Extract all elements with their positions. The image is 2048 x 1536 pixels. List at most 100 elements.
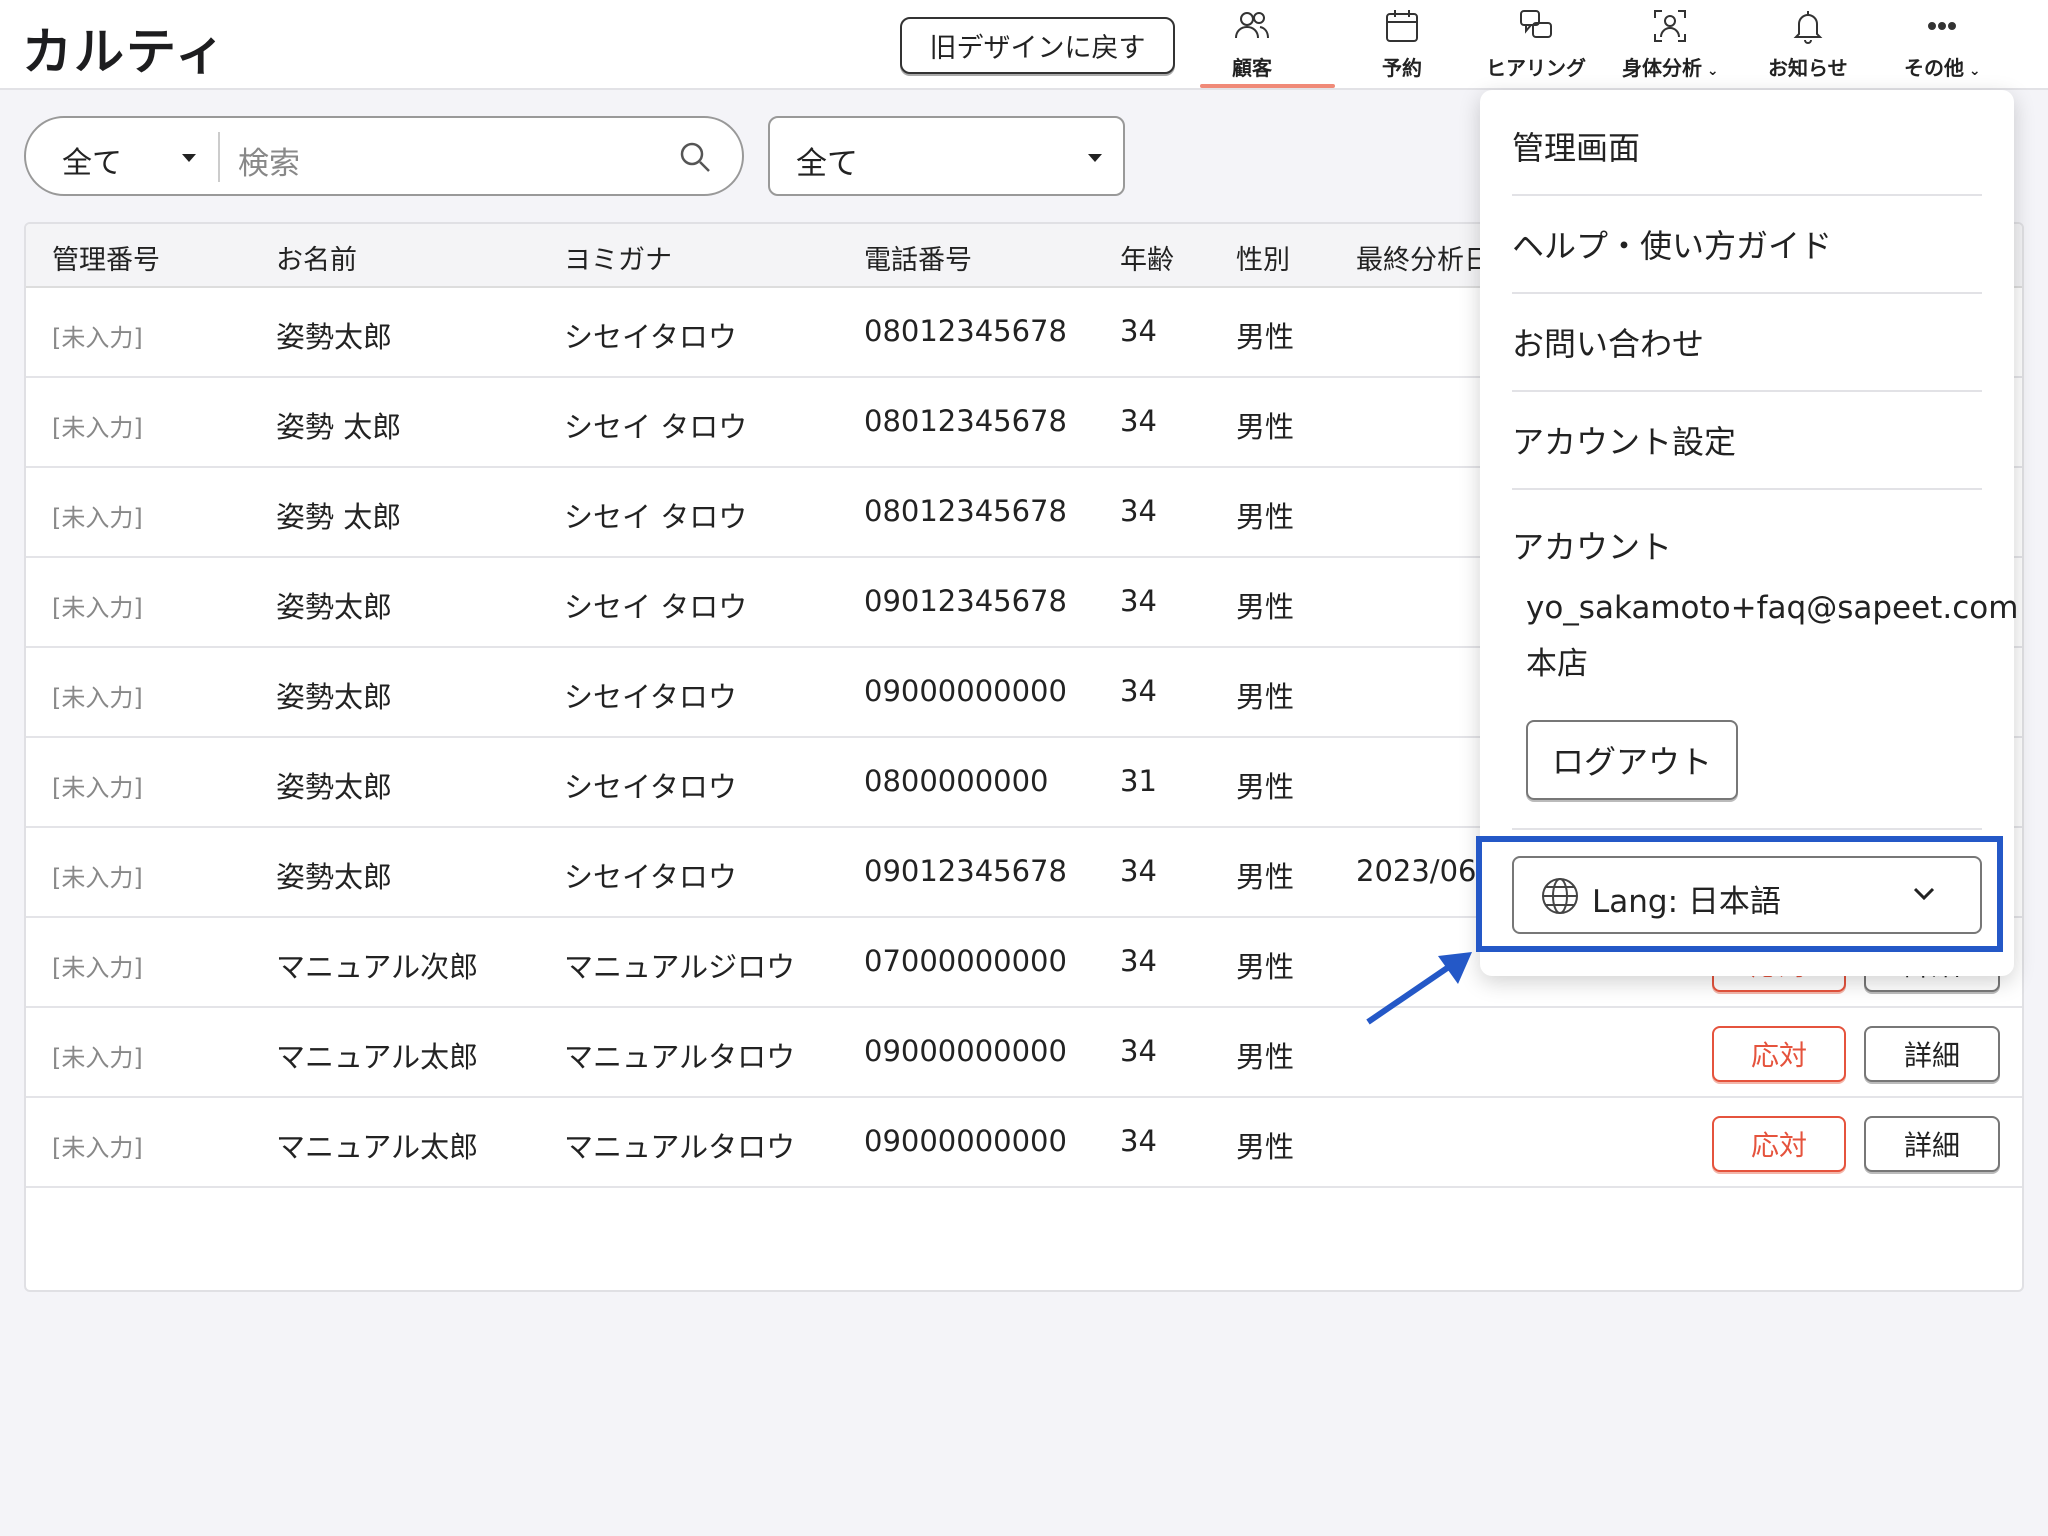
old-design-button[interactable]: 旧デザインに戻す (900, 17, 1175, 74)
cell-kana: シセイ タロウ (564, 590, 748, 624)
col-header-kana: ヨミガナ (564, 245, 672, 276)
cell-age: 34 (1120, 1124, 1157, 1158)
calendar-icon (1386, 10, 1418, 42)
cell-kana: マニュアルタロウ (564, 1040, 796, 1074)
search-divider (218, 132, 220, 182)
cell-id: [未入力] (52, 1044, 143, 1072)
nav-label-body-analysis: 身体分析 ⌄ (1622, 56, 1719, 80)
cell-age: 34 (1120, 854, 1157, 888)
cell-id: [未入力] (52, 594, 143, 622)
cell-name: 姿勢太郎 (276, 590, 393, 624)
filter-select-value: 全て (796, 146, 858, 182)
col-header-phone: 電話番号 (864, 245, 972, 276)
account-label: アカウント (1512, 528, 1673, 566)
cell-age: 31 (1120, 764, 1157, 798)
cell-phone: 08012345678 (864, 404, 1067, 438)
cell-gender: 男性 (1236, 1040, 1295, 1074)
nav-body-analysis[interactable]: 身体分析 ⌄ (1622, 6, 1719, 86)
nav-label-hearing: ヒアリング (1486, 56, 1586, 80)
nav-notifications[interactable]: お知らせ (1768, 6, 1848, 86)
cell-gender: 男性 (1236, 320, 1295, 354)
cell-name: 姿勢 太郎 (276, 410, 402, 444)
nav-customers[interactable]: 顧客 (1232, 6, 1272, 86)
cell-name: マニュアル次郎 (276, 950, 479, 984)
caret-down-icon (1088, 154, 1102, 162)
detail-button[interactable]: 詳細 (1864, 1026, 2000, 1082)
cell-kana: シセイ タロウ (564, 500, 748, 534)
annotation-arrow-icon (1366, 952, 1472, 1025)
cell-gender: 男性 (1236, 770, 1295, 804)
cell-age: 34 (1120, 944, 1157, 978)
bell-icon (1793, 11, 1823, 44)
logout-button[interactable]: ログアウト (1526, 720, 1738, 800)
table-row[interactable]: [未入力] マニュアル太郎 マニュアルタロウ 09000000000 34 男性 応対 詳細 (26, 1008, 2022, 1098)
cell-gender: 男性 (1236, 680, 1295, 714)
nav-more[interactable]: その他 ⌄ (1904, 6, 1981, 86)
cell-age: 34 (1120, 314, 1157, 348)
filter-select[interactable]: 全て (768, 116, 1125, 196)
account-email: yo_sakamoto+faq@sapeet.com (1526, 590, 2019, 626)
account-store: 本店 (1526, 646, 1588, 682)
cell-kana: マニュアルタロウ (564, 1130, 796, 1164)
search-category-select[interactable]: 全て (62, 138, 122, 182)
cell-id: [未入力] (52, 954, 143, 982)
menu-item-admin[interactable]: 管理画面 (1512, 98, 1982, 196)
cell-gender: 男性 (1236, 860, 1295, 894)
users-icon (1235, 12, 1269, 39)
table-row[interactable]: [未入力] マニュアル太郎 マニュアルタロウ 09000000000 34 男性 応対 詳細 (26, 1098, 2022, 1188)
cell-gender: 男性 (1236, 410, 1295, 444)
search-icon[interactable] (678, 140, 712, 174)
cell-id: [未入力] (52, 324, 143, 352)
nav-hearing[interactable]: ヒアリング (1486, 6, 1586, 86)
col-header-gender: 性別 (1236, 245, 1290, 276)
search-input[interactable]: 検索 (238, 138, 300, 183)
cell-kana: シセイ タロウ (564, 410, 748, 444)
cell-name: マニュアル太郎 (276, 1040, 479, 1074)
cell-id: [未入力] (52, 1134, 143, 1162)
cell-kana: シセイタロウ (564, 860, 737, 894)
cell-kana: シセイタロウ (564, 770, 737, 804)
menu-item-account-settings[interactable]: アカウント設定 (1512, 392, 1982, 490)
respond-button[interactable]: 応対 (1712, 1026, 1846, 1082)
more-icon (1928, 22, 1957, 30)
respond-button[interactable]: 応対 (1712, 1116, 1846, 1172)
cell-name: 姿勢太郎 (276, 860, 393, 894)
app-logo[interactable]: カルティ (22, 12, 227, 84)
cell-phone: 09000000000 (864, 1124, 1067, 1158)
col-header-last-analysis: 最終分析日 (1356, 245, 1491, 276)
cell-gender: 男性 (1236, 1130, 1295, 1164)
nav-label-notifications: お知らせ (1768, 56, 1848, 80)
cell-kana: マニュアルジロウ (564, 950, 796, 984)
chevron-down-icon: ⌄ (1702, 63, 1719, 79)
cell-name: 姿勢太郎 (276, 680, 393, 714)
cell-phone: 09012345678 (864, 584, 1067, 618)
nav-reservations[interactable]: 予約 (1382, 6, 1422, 86)
cell-age: 34 (1120, 494, 1157, 528)
cell-phone: 08012345678 (864, 494, 1067, 528)
cell-name: マニュアル太郎 (276, 1130, 479, 1164)
app-header: カルティ 旧デザインに戻す 顧客 予約 ヒアリング 身体分析 ⌄ お知らせ その… (0, 0, 2048, 90)
col-header-age: 年齢 (1120, 245, 1174, 276)
cell-phone: 09000000000 (864, 1034, 1067, 1068)
cell-phone: 0800000000 (864, 764, 1049, 798)
menu-item-help-guide[interactable]: ヘルプ・使い方ガイド (1512, 196, 1982, 294)
cell-last-analysis: 2023/06 (1356, 854, 1477, 888)
nav-label-more: その他 ⌄ (1904, 56, 1981, 80)
col-header-name: お名前 (276, 245, 357, 276)
nav-label-customers: 顧客 (1232, 56, 1272, 80)
cell-id: [未入力] (52, 504, 143, 532)
menu-divider (1512, 828, 1982, 830)
cell-kana: シセイタロウ (564, 320, 737, 354)
cell-gender: 男性 (1236, 500, 1295, 534)
cell-gender: 男性 (1236, 590, 1295, 624)
cell-name: 姿勢太郎 (276, 320, 393, 354)
cell-name: 姿勢 太郎 (276, 500, 402, 534)
cell-age: 34 (1120, 584, 1157, 618)
cell-name: 姿勢太郎 (276, 770, 393, 804)
cell-id: [未入力] (52, 684, 143, 712)
menu-item-contact[interactable]: お問い合わせ (1512, 294, 1982, 392)
caret-down-icon (182, 154, 196, 162)
detail-button[interactable]: 詳細 (1864, 1116, 2000, 1172)
cell-phone: 09012345678 (864, 854, 1067, 888)
cell-id: [未入力] (52, 774, 143, 802)
